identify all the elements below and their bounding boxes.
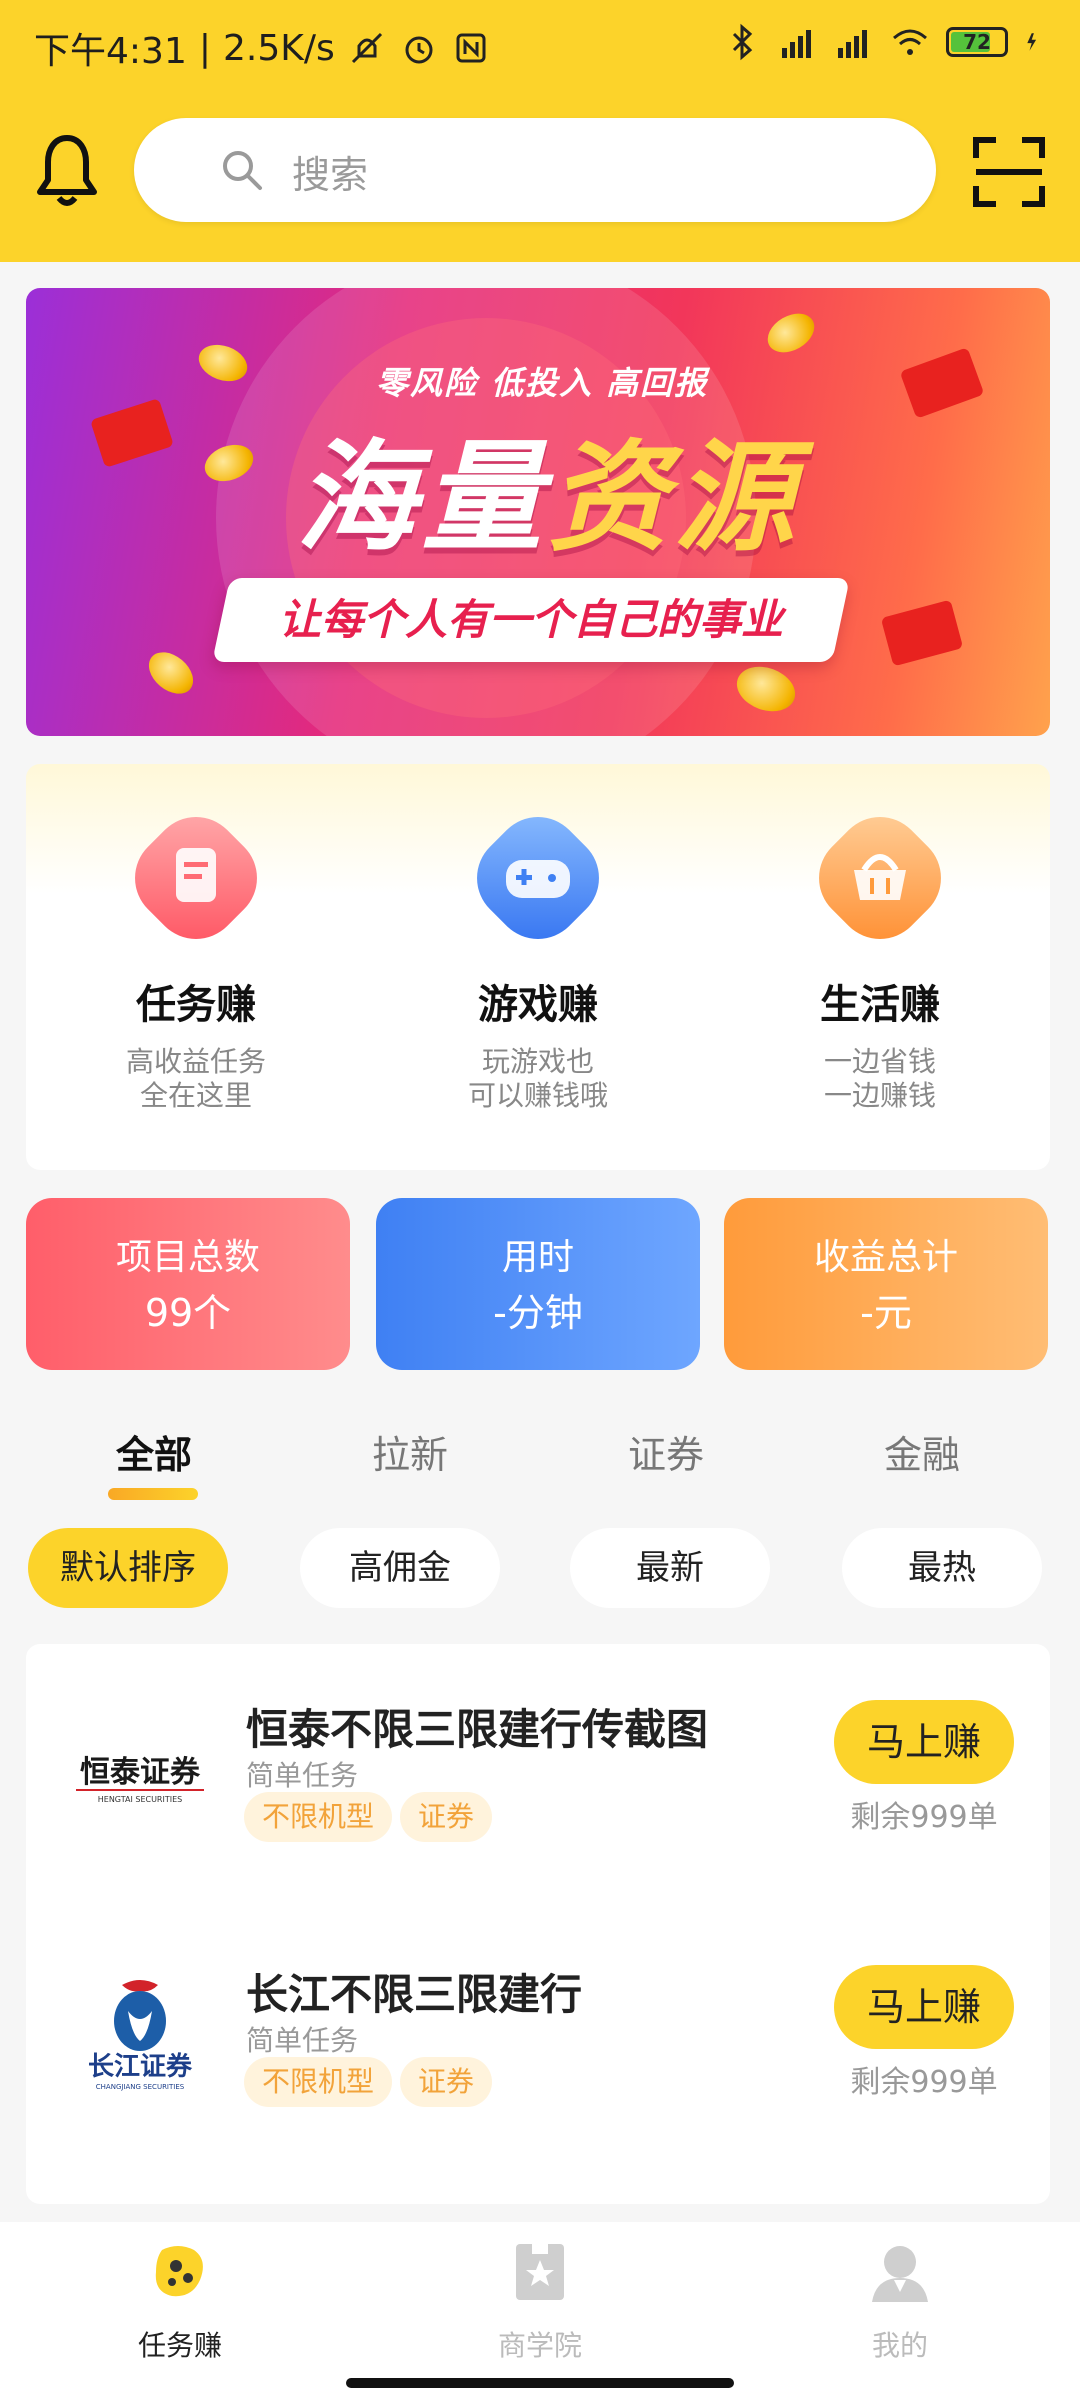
task-tag: 不限机型 [244, 1792, 393, 1842]
earn-now-button[interactable]: 马上赚 [834, 1700, 1014, 1784]
changjiang-securities-logo: 长江证券 CHANGJIANG SECURITIES [88, 1980, 193, 2091]
svg-text:CHANGJIANG SECURITIES: CHANGJIANG SECURITIES [96, 2083, 185, 2091]
svg-text:长江证券: 长江证券 [88, 2052, 193, 2082]
network-speed: 2.5K/s [222, 27, 335, 69]
active-tab-indicator [108, 1488, 198, 1500]
banner-title: 海量资源 [296, 429, 800, 568]
coin-decoration [730, 659, 802, 719]
hengtai-securities-logo: 恒泰证券 HENGTAI SECURITIES [76, 1755, 204, 1804]
task-tag: 不限机型 [244, 2057, 393, 2107]
task-title: 长江不限三限建行 [246, 1970, 583, 2019]
tab-new-user[interactable]: 拉新 [310, 1424, 510, 1479]
earn-now-button[interactable]: 马上赚 [834, 1965, 1014, 2049]
tab-securities[interactable]: 证券 [566, 1424, 766, 1479]
bluetooth-icon [732, 23, 753, 61]
bell-icon[interactable] [34, 132, 100, 212]
red-envelope-decoration [90, 398, 174, 468]
book-star-icon [516, 2244, 564, 2300]
task-item[interactable]: 长江证券 CHANGJIANG SECURITIES 长江不限三限建行 简单任务… [26, 1909, 1050, 2174]
task-subtitle: 简单任务 [246, 1759, 359, 1792]
signal-icon [782, 30, 811, 58]
status-bar: 下午4:31 | 2.5K/s 72 [0, 0, 1080, 100]
user-icon [872, 2246, 928, 2302]
status-time: 下午4:31 [34, 31, 187, 72]
task-title: 恒泰不限三限建行传截图 [246, 1705, 709, 1754]
nav-my-profile[interactable]: 我的 [800, 2222, 1000, 2372]
banner-subtitle: 零风险 低投入 高回报 [376, 364, 709, 402]
bottom-nav: 任务赚 商学院 我的 [0, 2222, 1080, 2401]
tab-finance[interactable]: 金融 [822, 1424, 1022, 1479]
stat-project-count: 项目总数 99个 [26, 1198, 350, 1370]
signal-icon-2 [838, 30, 867, 58]
promo-banner[interactable]: 零风险 低投入 高回报 海量资源 让每个人有一个自己的事业 [26, 288, 1050, 736]
task-icon [135, 817, 257, 939]
red-envelope-decoration [880, 599, 964, 667]
home-indicator[interactable] [346, 2378, 734, 2388]
task-list: 恒泰证券 HENGTAI SECURITIES 恒泰不限三限建行传截图 简单任务… [26, 1644, 1050, 2204]
red-envelope-decoration [899, 347, 985, 419]
basket-icon [819, 817, 941, 939]
category-life-earn[interactable]: 生活赚 一边省钱 一边赚钱 [710, 764, 1050, 1170]
remaining-count: 剩余999单 [850, 1800, 998, 1835]
scan-icon[interactable] [972, 136, 1046, 208]
wifi-icon [893, 29, 927, 55]
alarm-icon [405, 36, 433, 64]
filter-high-commission[interactable]: 高佣金 [300, 1528, 500, 1608]
search-row: 搜索 [0, 118, 1080, 226]
task-tag: 证券 [400, 2057, 493, 2107]
banner-tagline: 让每个人有一个自己的事业 [278, 595, 783, 644]
category-task-earn[interactable]: 任务赚 高收益任务 全在这里 [26, 764, 366, 1170]
stat-time-used: 用时 -分钟 [376, 1198, 700, 1370]
charging-icon [1027, 33, 1037, 51]
category-game-earn[interactable]: 游戏赚 玩游戏也 可以赚钱哦 [368, 764, 708, 1170]
gamepad-icon [477, 817, 599, 939]
coin-decoration [140, 643, 202, 703]
search-icon [223, 151, 262, 190]
task-subtitle: 简单任务 [246, 2024, 359, 2057]
mute-icon [351, 32, 382, 64]
search-bar[interactable]: 搜索 [134, 118, 936, 222]
nav-business-school[interactable]: 商学院 [440, 2222, 640, 2372]
coin-decoration [193, 338, 253, 388]
nfc-icon [456, 33, 486, 63]
svg-text:HENGTAI SECURITIES: HENGTAI SECURITIES [98, 1795, 182, 1804]
battery-indicator: 72 [946, 27, 1008, 57]
stat-total-earnings: 收益总计 -元 [724, 1198, 1048, 1370]
nav-task-earn[interactable]: 任务赚 [80, 2222, 280, 2372]
task-item[interactable]: 恒泰证券 HENGTAI SECURITIES 恒泰不限三限建行传截图 简单任务… [26, 1644, 1050, 1909]
filter-newest[interactable]: 最新 [570, 1528, 770, 1608]
filter-default-sort[interactable]: 默认排序 [28, 1528, 228, 1608]
search-placeholder: 搜索 [292, 153, 369, 197]
svg-text:恒泰证券: 恒泰证券 [80, 1755, 201, 1790]
tab-all[interactable]: 全部 [54, 1424, 254, 1479]
task-tag: 证券 [400, 1792, 493, 1842]
category-panel: 任务赚 高收益任务 全在这里 游戏赚 玩游戏也 可以赚钱哦 生活赚 一边省钱 一… [26, 764, 1050, 1170]
coin-decoration [760, 305, 822, 361]
filter-hottest[interactable]: 最热 [842, 1528, 1042, 1608]
top-header: 下午4:31 | 2.5K/s 72 搜索 [0, 0, 1080, 262]
remaining-count: 剩余999单 [850, 2065, 998, 2100]
task-earn-icon [155, 2246, 203, 2297]
